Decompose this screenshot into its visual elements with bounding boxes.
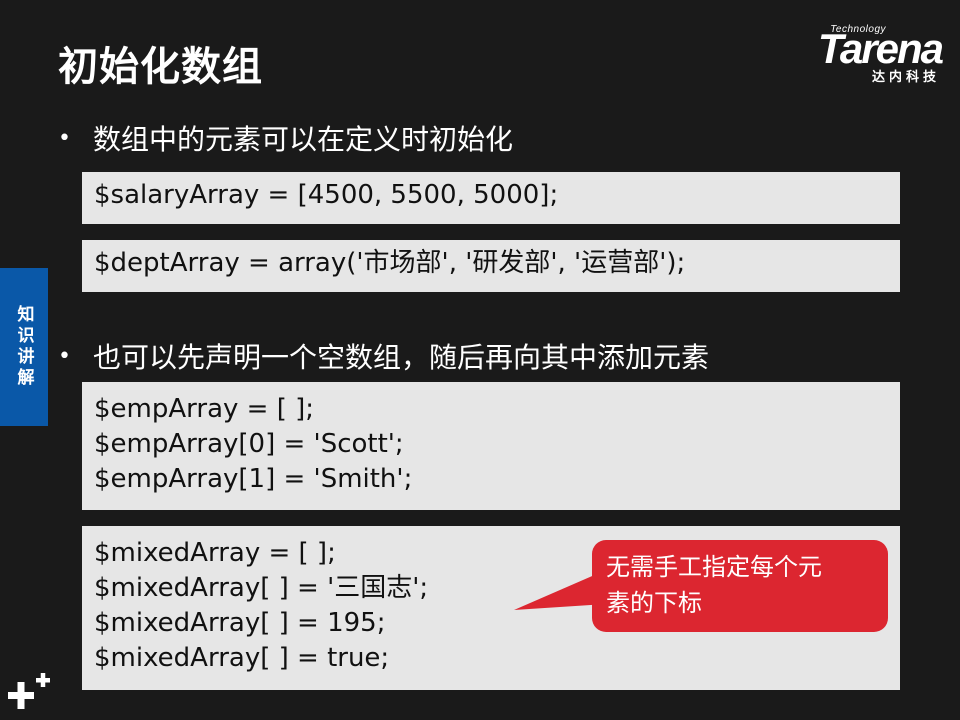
bullet-dot: •	[58, 343, 71, 369]
bullet-dot: •	[58, 125, 71, 151]
logo-wordmark: Tarena	[817, 25, 944, 72]
callout-line: 素的下标	[606, 589, 702, 617]
plus-icon	[8, 673, 50, 709]
code-block-salary: $salaryArray = [4500, 5500, 5000];	[82, 172, 900, 224]
bullet-text: 数组中的元素可以在定义时初始化	[92, 123, 513, 156]
callout-note: 无需手工指定每个元 素的下标	[592, 540, 888, 632]
code-line: $empArray[1] = 'Smith';	[94, 464, 413, 494]
slide-title: 初始化数组	[58, 44, 263, 90]
side-tab-knowledge: 知识讲解	[0, 268, 48, 426]
code-line: $deptArray = array('市场部', '研发部', '运营部');	[94, 248, 686, 278]
bullet-item: • 数组中的元素可以在定义时初始化	[58, 118, 513, 158]
tarena-logo: Technology Tarena 达内科技	[777, 22, 944, 85]
bullet-text: 也可以先声明一个空数组，随后再向其中添加元素	[92, 341, 709, 374]
code-block-emp: $empArray = [ ]; $empArray[0] = 'Scott';…	[82, 382, 900, 510]
code-line: $empArray[0] = 'Scott';	[94, 429, 404, 459]
side-tab-label: 知识讲解	[13, 305, 34, 389]
code-line: $mixedArray[ ] = true;	[94, 643, 390, 673]
logo-chinese-name: 达内科技	[871, 70, 940, 85]
code-line: $salaryArray = [4500, 5500, 5000];	[94, 180, 559, 210]
code-block-dept: $deptArray = array('市场部', '研发部', '运营部');	[82, 240, 900, 292]
code-line: $empArray = [ ];	[94, 394, 315, 424]
callout-line: 无需手工指定每个元	[606, 553, 822, 581]
bullet-item: • 也可以先声明一个空数组，随后再向其中添加元素	[58, 336, 709, 376]
